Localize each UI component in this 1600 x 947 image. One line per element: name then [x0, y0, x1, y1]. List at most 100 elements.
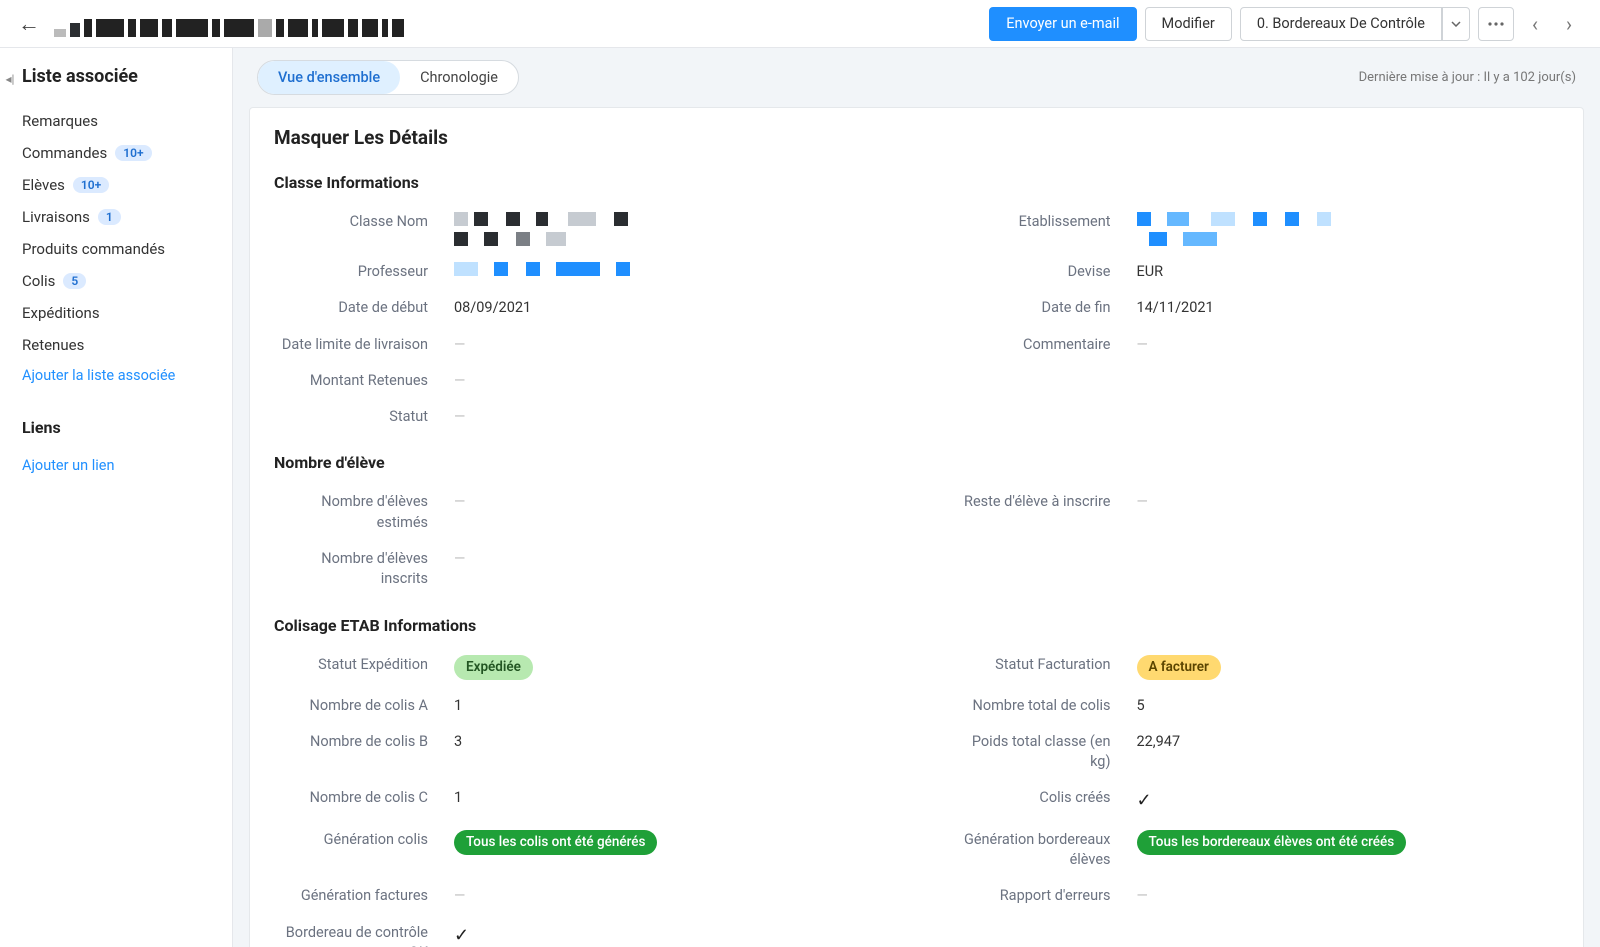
status-badge-gen-bord: Tous les bordereaux élèves ont été créés — [1137, 830, 1407, 855]
sidebar-item-livraisons[interactable]: Livraisons 1 — [22, 201, 220, 233]
sidebar-item-label: Commandes — [22, 144, 107, 162]
label-classe-nom: Classe Nom — [274, 212, 454, 232]
label-bordereau-ok: Bordereau de contrôle OK — [274, 923, 454, 947]
label-gen-bordereaux: Génération bordereaux élèves — [957, 830, 1137, 871]
add-associated-list-link[interactable]: Ajouter la liste associée — [22, 361, 220, 390]
view-tabs: Vue d'ensemble Chronologie — [257, 60, 519, 95]
label-date-debut: Date de début — [274, 298, 454, 318]
last-update-text: Dernière mise à jour : Il y a 102 jour(s… — [1359, 70, 1576, 85]
label-date-fin: Date de fin — [957, 298, 1137, 318]
sidebar-item-label: Remarques — [22, 112, 98, 130]
label-poids-total: Poids total classe (en kg) — [957, 732, 1137, 773]
value-professeur[interactable] — [454, 262, 877, 276]
main-content: Vue d'ensemble Chronologie Dernière mise… — [232, 48, 1600, 947]
value-date-limite: — — [454, 335, 877, 355]
add-link-link[interactable]: Ajouter un lien — [22, 451, 220, 480]
label-colis-c: Nombre de colis C — [274, 788, 454, 808]
label-date-limite: Date limite de livraison — [274, 335, 454, 355]
app-header: ← Envoyer un e-mail Modifier 0. Borderea… — [0, 0, 1600, 48]
sidebar-item-label: Colis — [22, 272, 55, 290]
sidebar-badge: 5 — [63, 273, 86, 289]
value-classe-nom — [454, 212, 877, 246]
send-email-button[interactable]: Envoyer un e-mail — [989, 7, 1136, 41]
label-colis-crees: Colis créés — [957, 788, 1137, 808]
sidebar-links-heading: Liens — [22, 418, 220, 437]
sidebar-item-eleves[interactable]: Elèves 10+ — [22, 169, 220, 201]
sidebar-item-colis[interactable]: Colis 5 — [22, 265, 220, 297]
value-colis-c: 1 — [454, 788, 877, 808]
value-eleves-inscrits: — — [454, 549, 877, 569]
sidebar-item-commandes[interactable]: Commandes 10+ — [22, 137, 220, 169]
back-arrow-icon[interactable]: ← — [18, 13, 40, 35]
details-card: Masquer Les Détails Classe Informations … — [249, 107, 1584, 947]
label-colis-b: Nombre de colis B — [274, 732, 454, 752]
value-commentaire: — — [1137, 335, 1560, 355]
label-etablissement: Etablissement — [957, 212, 1137, 232]
label-reste-eleves: Reste d'élève à inscrire — [957, 492, 1137, 512]
value-bordereau-ok: ✓ — [454, 923, 877, 947]
label-gen-factures: Génération factures — [274, 886, 454, 906]
value-colis-total: 5 — [1137, 696, 1560, 716]
value-montant-retenues: — — [454, 371, 877, 391]
sidebar-item-produits[interactable]: Produits commandés — [22, 233, 220, 265]
bordereaux-split-button: 0. Bordereaux De Contrôle — [1240, 7, 1470, 41]
value-date-fin: 14/11/2021 — [1137, 298, 1560, 318]
status-badge-afacturer: A facturer — [1137, 655, 1221, 680]
label-rapport-erreurs: Rapport d'erreurs — [957, 886, 1137, 906]
value-gen-factures: — — [454, 886, 877, 906]
tab-overview[interactable]: Vue d'ensemble — [258, 61, 400, 94]
label-statut-expedition: Statut Expédition — [274, 655, 454, 675]
label-eleves-inscrits: Nombre d'élèves inscrits — [274, 549, 454, 590]
label-colis-total: Nombre total de colis — [957, 696, 1137, 716]
value-gen-colis: Tous les colis ont été générés — [454, 830, 877, 855]
sidebar-badge: 10+ — [73, 177, 109, 193]
sidebar-item-label: Elèves — [22, 176, 65, 194]
card-title[interactable]: Masquer Les Détails — [274, 126, 1559, 149]
value-devise: EUR — [1137, 262, 1560, 282]
label-commentaire: Commentaire — [957, 335, 1137, 355]
value-eleves-estimes: — — [454, 492, 877, 512]
sidebar-item-expeditions[interactable]: Expéditions — [22, 297, 220, 329]
page-title-redacted — [54, 11, 404, 37]
sidebar-item-label: Livraisons — [22, 208, 90, 226]
label-colis-a: Nombre de colis A — [274, 696, 454, 716]
value-rapport-erreurs: — — [1137, 886, 1560, 906]
modify-button[interactable]: Modifier — [1145, 7, 1232, 41]
bordereaux-caret-icon[interactable] — [1442, 7, 1470, 41]
value-etablissement[interactable] — [1137, 212, 1560, 246]
value-statut-expedition: Expédiée — [454, 655, 877, 680]
label-statut: Statut — [274, 407, 454, 427]
sidebar-item-retenues[interactable]: Retenues — [22, 329, 220, 361]
value-date-debut: 08/09/2021 — [454, 298, 877, 318]
sidebar-badge: 1 — [98, 209, 121, 225]
label-devise: Devise — [957, 262, 1137, 282]
label-montant-retenues: Montant Retenues — [274, 371, 454, 391]
sidebar-item-label: Retenues — [22, 336, 84, 354]
bordereaux-button[interactable]: 0. Bordereaux De Contrôle — [1240, 7, 1442, 41]
prev-record-icon[interactable]: ‹ — [1522, 12, 1548, 36]
label-professeur: Professeur — [274, 262, 454, 282]
sidebar-item-remarques[interactable]: Remarques — [22, 105, 220, 137]
label-gen-colis: Génération colis — [274, 830, 454, 850]
sidebar-item-label: Produits commandés — [22, 240, 165, 258]
value-colis-b: 3 — [454, 732, 877, 752]
value-gen-bordereaux: Tous les bordereaux élèves ont été créés — [1137, 830, 1560, 855]
value-poids-total: 22,947 — [1137, 732, 1560, 752]
sidebar-item-label: Expéditions — [22, 304, 100, 322]
section-colisage-title: Colisage ETAB Informations — [274, 616, 1559, 635]
more-menu-icon[interactable] — [1478, 7, 1514, 41]
status-badge-gen-colis: Tous les colis ont été générés — [454, 830, 657, 855]
section-classe-title: Classe Informations — [274, 173, 1559, 192]
value-reste-eleves: — — [1137, 492, 1560, 512]
sidebar: ◂| Liste associée Remarques Commandes 10+… — [0, 48, 232, 947]
sidebar-badge: 10+ — [115, 145, 151, 161]
sidebar-heading: Liste associée — [22, 66, 220, 87]
sidebar-collapse-icon[interactable]: ◂| — [4, 72, 16, 86]
label-statut-facturation: Statut Facturation — [957, 655, 1137, 675]
tab-chronology[interactable]: Chronologie — [400, 61, 518, 94]
section-eleve-title: Nombre d'élève — [274, 453, 1559, 472]
value-colis-crees: ✓ — [1137, 788, 1560, 813]
next-record-icon[interactable]: › — [1556, 12, 1582, 36]
label-eleves-estimes: Nombre d'élèves estimés — [274, 492, 454, 533]
value-statut-facturation: A facturer — [1137, 655, 1560, 680]
